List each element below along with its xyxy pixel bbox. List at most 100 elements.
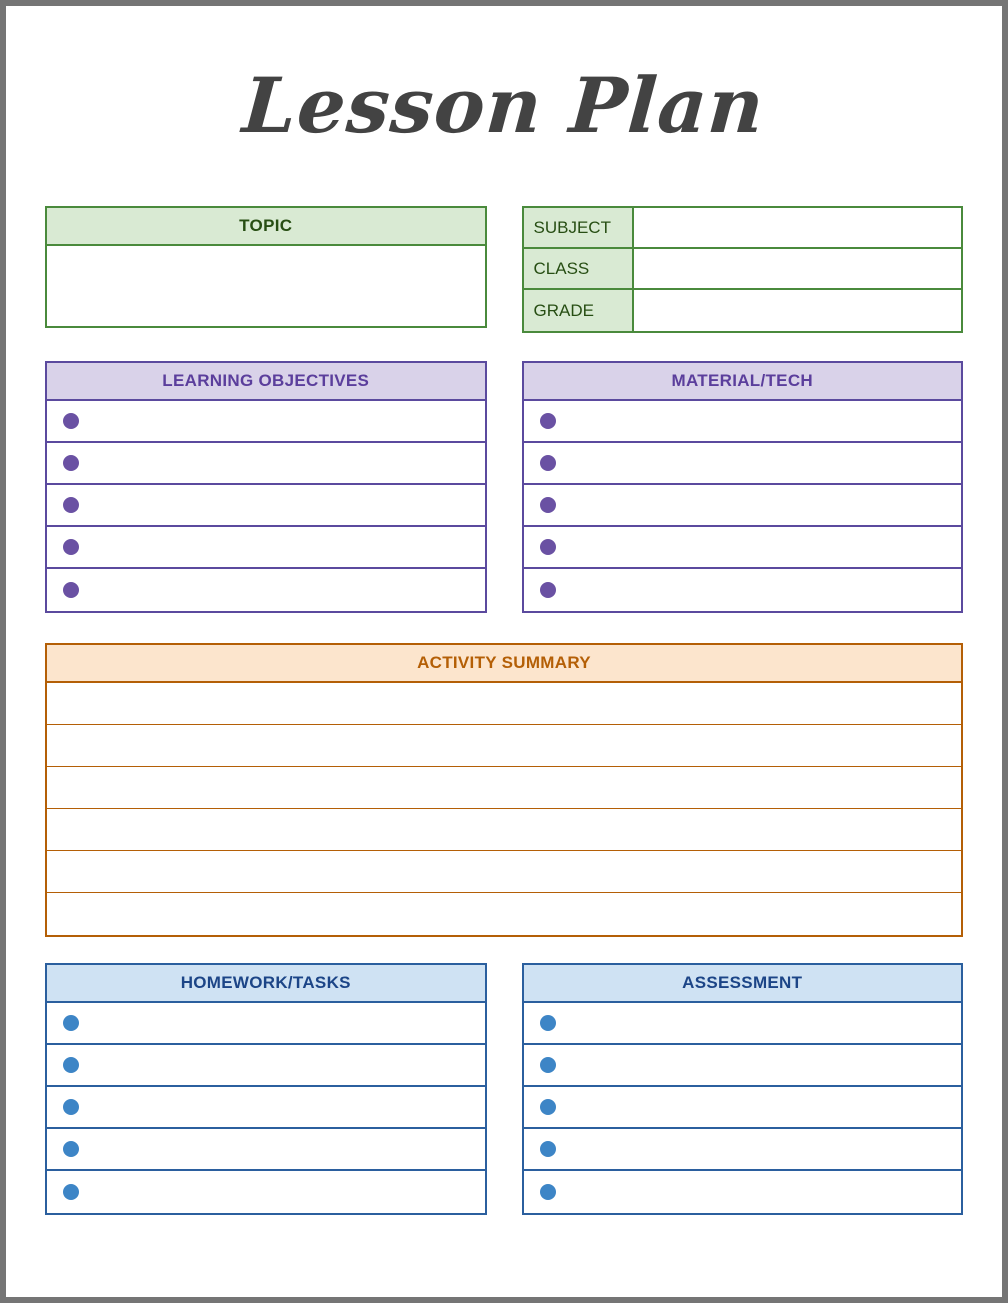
learning-objectives-column: LEARNING OBJECTIVES bbox=[45, 361, 487, 613]
activity-summary-input[interactable] bbox=[47, 683, 961, 725]
filled-circle-icon bbox=[63, 497, 79, 513]
list-item[interactable] bbox=[47, 1045, 485, 1087]
assessment-input[interactable] bbox=[556, 1171, 962, 1213]
filled-circle-icon bbox=[539, 582, 556, 598]
filled-circle-icon bbox=[539, 1141, 556, 1157]
homework-task-input[interactable] bbox=[79, 1171, 485, 1213]
filled-circle-icon bbox=[63, 539, 79, 555]
topic-input[interactable] bbox=[47, 246, 485, 326]
learning-objectives-header: LEARNING OBJECTIVES bbox=[47, 363, 485, 401]
class-label: CLASS bbox=[523, 249, 634, 288]
subject-input[interactable] bbox=[633, 208, 961, 247]
table-row: SUBJECT bbox=[523, 208, 961, 249]
filled-circle-icon bbox=[63, 455, 79, 471]
filled-circle-icon bbox=[539, 1184, 556, 1200]
table-row: CLASS bbox=[523, 249, 961, 290]
topic-header: TOPIC bbox=[47, 208, 485, 246]
page-content: Lesson Plan TOPIC SUBJECT CLASS GRADE LE… bbox=[6, 6, 1002, 1297]
homework-task-input[interactable] bbox=[79, 1129, 485, 1169]
material-tech-input[interactable] bbox=[556, 443, 962, 483]
activity-summary-box: ACTIVITY SUMMARY bbox=[45, 643, 963, 937]
info-column: SUBJECT CLASS GRADE bbox=[521, 206, 963, 333]
filled-circle-icon bbox=[63, 413, 79, 429]
list-item[interactable] bbox=[47, 401, 485, 443]
filled-circle-icon bbox=[539, 497, 556, 513]
list-item[interactable] bbox=[523, 401, 962, 443]
subject-label: SUBJECT bbox=[523, 208, 634, 247]
list-item[interactable] bbox=[47, 443, 485, 485]
list-item[interactable] bbox=[524, 569, 962, 611]
list-item[interactable] bbox=[523, 1045, 962, 1087]
activity-summary-input[interactable] bbox=[47, 767, 961, 809]
list-item[interactable] bbox=[523, 485, 962, 527]
learning-objective-input[interactable] bbox=[79, 485, 485, 525]
list-item[interactable] bbox=[47, 1087, 485, 1129]
activity-summary-input[interactable] bbox=[47, 893, 961, 935]
homework-tasks-header: HOMEWORK/TASKS bbox=[47, 965, 485, 1003]
filled-circle-icon bbox=[539, 539, 556, 555]
homework-tasks-box: HOMEWORK/TASKS bbox=[45, 963, 487, 1215]
material-tech-input[interactable] bbox=[556, 527, 962, 567]
filled-circle-icon bbox=[63, 1141, 79, 1157]
learning-objectives-box: LEARNING OBJECTIVES bbox=[45, 361, 487, 613]
list-item[interactable] bbox=[523, 1003, 962, 1045]
table-row: GRADE bbox=[523, 290, 961, 331]
learning-objective-input[interactable] bbox=[79, 527, 485, 567]
homework-task-input[interactable] bbox=[79, 1087, 485, 1127]
material-tech-header: MATERIAL/TECH bbox=[523, 363, 961, 401]
assessment-input[interactable] bbox=[556, 1087, 962, 1127]
class-input[interactable] bbox=[633, 249, 961, 288]
material-tech-input[interactable] bbox=[556, 569, 962, 611]
activity-summary-header: ACTIVITY SUMMARY bbox=[47, 645, 961, 683]
filled-circle-icon bbox=[63, 1057, 79, 1073]
assessment-header: ASSESSMENT bbox=[523, 965, 961, 1003]
activity-summary-input[interactable] bbox=[47, 725, 961, 767]
learning-objective-input[interactable] bbox=[79, 569, 485, 611]
list-item[interactable] bbox=[523, 1129, 962, 1171]
filled-circle-icon bbox=[63, 1184, 79, 1200]
topic-column: TOPIC bbox=[45, 206, 487, 328]
learning-objective-input[interactable] bbox=[79, 443, 485, 483]
assessment-input[interactable] bbox=[556, 1003, 962, 1043]
material-tech-column: MATERIAL/TECH bbox=[521, 361, 963, 613]
list-item[interactable] bbox=[47, 527, 485, 569]
learning-objective-input[interactable] bbox=[79, 401, 485, 441]
list-item[interactable] bbox=[47, 569, 485, 611]
objectives-material-row: LEARNING OBJECTIVES MATERIAL/TECH bbox=[45, 361, 963, 613]
filled-circle-icon bbox=[539, 1015, 556, 1031]
list-item[interactable] bbox=[523, 527, 962, 569]
info-table: SUBJECT CLASS GRADE bbox=[521, 206, 963, 333]
filled-circle-icon bbox=[63, 1099, 79, 1115]
assessment-input[interactable] bbox=[556, 1129, 962, 1169]
activity-summary-row: ACTIVITY SUMMARY bbox=[45, 643, 963, 937]
filled-circle-icon bbox=[539, 413, 556, 429]
list-item[interactable] bbox=[47, 1129, 485, 1171]
list-item[interactable] bbox=[47, 1171, 485, 1213]
page-title: Lesson Plan bbox=[240, 61, 768, 150]
assessment-column: ASSESSMENT bbox=[521, 963, 963, 1215]
homework-tasks-column: HOMEWORK/TASKS bbox=[45, 963, 487, 1215]
filled-circle-icon bbox=[539, 1099, 556, 1115]
material-tech-input[interactable] bbox=[556, 401, 962, 441]
topic-box: TOPIC bbox=[45, 206, 487, 328]
activity-summary-input[interactable] bbox=[47, 851, 961, 893]
page-frame: Lesson Plan TOPIC SUBJECT CLASS GRADE LE… bbox=[0, 0, 1008, 1303]
assessment-input[interactable] bbox=[556, 1045, 962, 1085]
title-area: Lesson Plan bbox=[45, 6, 963, 206]
filled-circle-icon bbox=[539, 455, 556, 471]
filled-circle-icon bbox=[539, 1057, 556, 1073]
topic-info-row: TOPIC SUBJECT CLASS GRADE bbox=[45, 206, 963, 333]
material-tech-input[interactable] bbox=[556, 485, 962, 525]
list-item[interactable] bbox=[523, 443, 962, 485]
grade-input[interactable] bbox=[633, 290, 961, 331]
list-item[interactable] bbox=[47, 1003, 485, 1045]
homework-task-input[interactable] bbox=[79, 1003, 485, 1043]
filled-circle-icon bbox=[63, 582, 79, 598]
activity-summary-input[interactable] bbox=[47, 809, 961, 851]
homework-assessment-row: HOMEWORK/TASKS ASSESSMENT bbox=[45, 963, 963, 1215]
material-tech-box: MATERIAL/TECH bbox=[521, 361, 963, 613]
list-item[interactable] bbox=[47, 485, 485, 527]
list-item[interactable] bbox=[524, 1171, 962, 1213]
list-item[interactable] bbox=[523, 1087, 962, 1129]
homework-task-input[interactable] bbox=[79, 1045, 485, 1085]
